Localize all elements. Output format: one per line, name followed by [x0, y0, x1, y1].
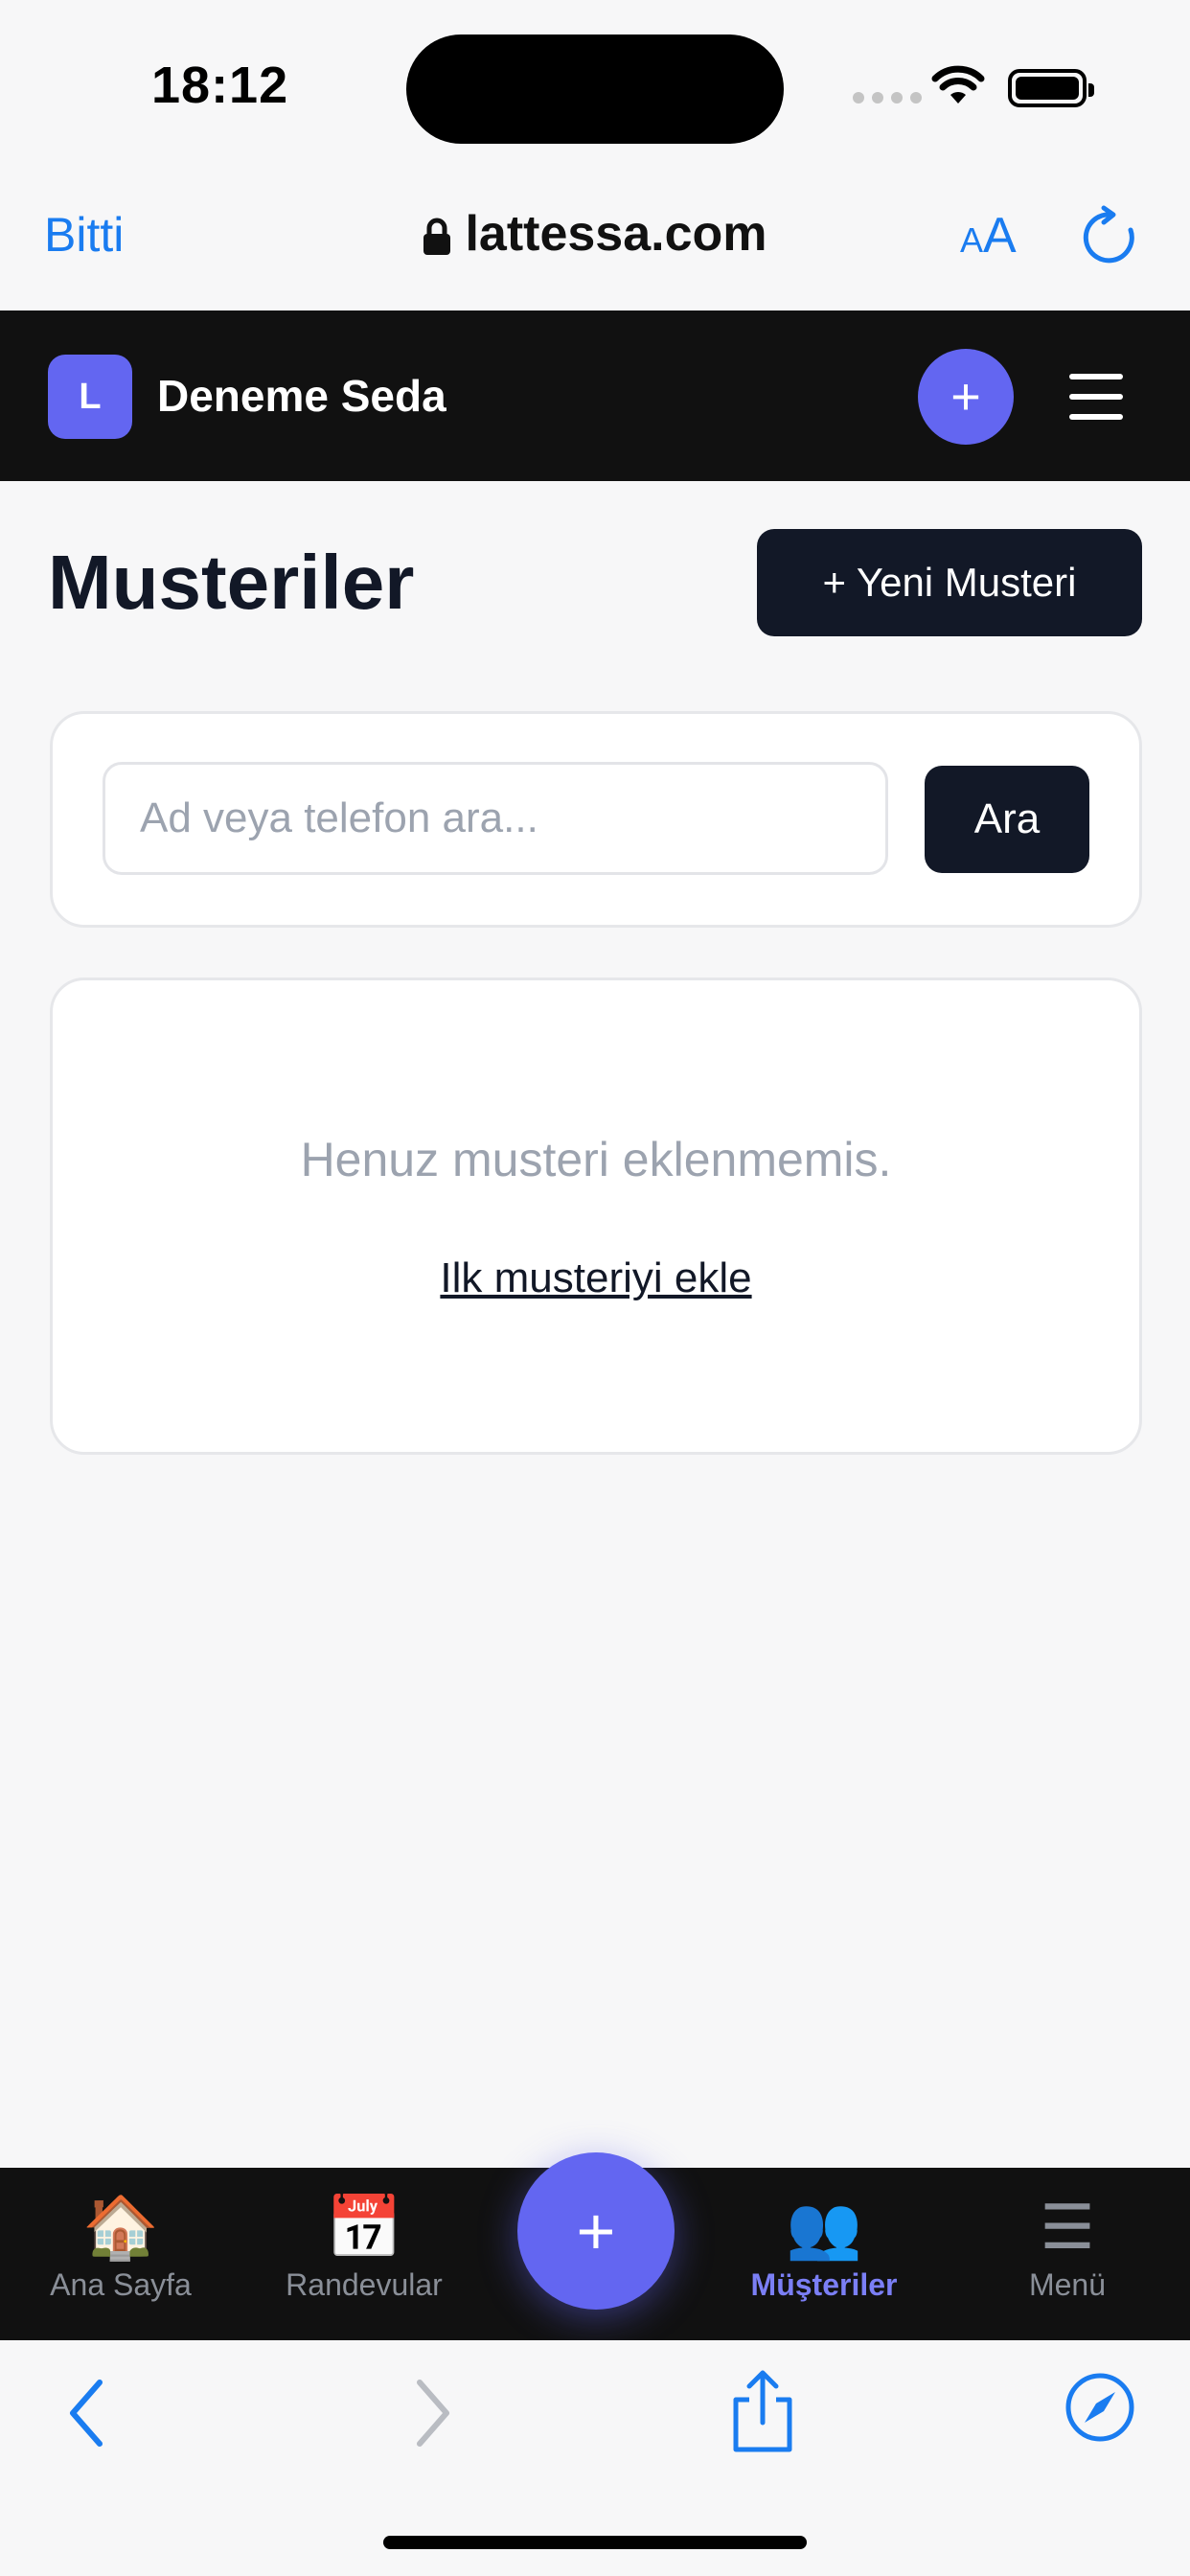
battery-icon [1008, 69, 1094, 107]
compass-icon[interactable] [1064, 2371, 1136, 2444]
nav-menu[interactable]: ☰ Menü [962, 2191, 1173, 2303]
quick-add-button[interactable]: + [918, 349, 1014, 445]
status-time: 18:12 [151, 57, 289, 114]
home-icon: 🏠 [82, 2193, 159, 2262]
url-text: lattessa.com [465, 206, 767, 262]
nav-customers[interactable]: 👥 Müşteriler [719, 2191, 929, 2303]
reload-icon[interactable] [1083, 205, 1138, 266]
menu-icon: ☰ [1040, 2193, 1095, 2262]
nav-menu-label: Menü [1028, 2267, 1107, 2302]
users-icon: 👥 [786, 2193, 862, 2262]
search-input[interactable]: Ad veya telefon ara... [103, 762, 888, 875]
nav-home-label: Ana Sayfa [50, 2267, 192, 2302]
status-bar: 18:12 [0, 0, 1190, 172]
text-size-button[interactable]: AA [960, 207, 1017, 264]
lock-icon [423, 218, 451, 256]
dynamic-island [406, 34, 784, 144]
empty-state-card: Henuz musteri eklenmemis. Ilk musteriyi … [50, 978, 1142, 1455]
nav-appointments[interactable]: 📅 Randevular [259, 2191, 469, 2303]
cellular-signal-icon [853, 92, 922, 104]
forward-icon[interactable] [408, 2375, 456, 2451]
floating-add-button[interactable]: + [517, 2152, 675, 2310]
screen: 18:12 Bitti lattessa.com AA L Deneme Sed… [0, 0, 1190, 2576]
nav-appointments-label: Randevular [286, 2267, 443, 2302]
browser-address-bar: Bitti lattessa.com AA [0, 172, 1190, 310]
search-button[interactable]: Ara [925, 766, 1089, 873]
app-logo[interactable]: L [48, 355, 132, 439]
nav-home[interactable]: 🏠 Ana Sayfa [15, 2191, 226, 2303]
back-icon[interactable] [63, 2375, 111, 2451]
new-customer-button[interactable]: + Yeni Musteri [757, 529, 1142, 636]
brand-name: Deneme Seda [157, 371, 446, 421]
share-icon[interactable] [728, 2367, 797, 2453]
add-first-customer-link[interactable]: Ilk musteriyi ekle [53, 1254, 1139, 1302]
page-title: Musteriler [48, 540, 415, 625]
app-header: L Deneme Seda + [0, 310, 1190, 481]
hamburger-menu-icon[interactable] [1069, 374, 1123, 420]
nav-customers-label: Müşteriler [750, 2267, 898, 2302]
home-indicator [383, 2536, 807, 2549]
calendar-icon: 📅 [326, 2193, 402, 2262]
wifi-icon [931, 65, 985, 104]
empty-state-message: Henuz musteri eklenmemis. [300, 1133, 892, 1186]
search-card: Ad veya telefon ara... Ara [50, 711, 1142, 928]
